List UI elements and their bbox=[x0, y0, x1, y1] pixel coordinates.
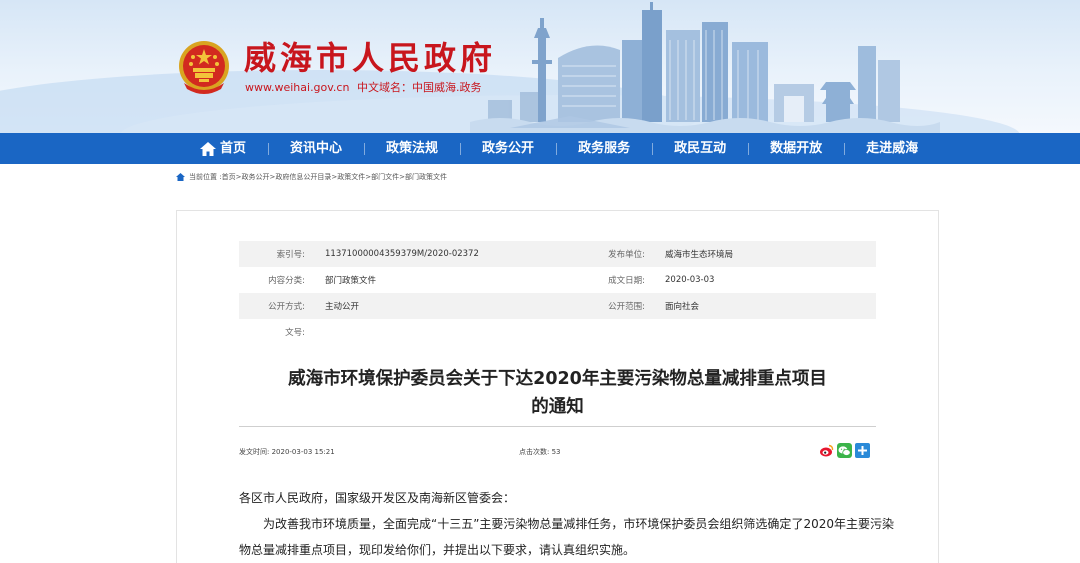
nav-item-open-data[interactable]: 数据开放 bbox=[748, 133, 844, 164]
article-paragraph: 各区市人民政府，国家级开发区及南海新区管委会： bbox=[239, 491, 516, 505]
article-container: 索引号: 11371000004359379M/2020-02372 发布单位:… bbox=[176, 210, 939, 563]
meta-row: 公开方式: 主动公开 公开范围: 面向社会 bbox=[239, 293, 876, 319]
publish-time: 发文时间: 2020-03-03 15:21 bbox=[239, 447, 519, 457]
nav-item-home[interactable]: 首页 bbox=[190, 133, 268, 164]
meta-row: 索引号: 11371000004359379M/2020-02372 发布单位:… bbox=[239, 241, 876, 267]
breadcrumb: 当前位置 : 首页 > 政务公开 > 政府信息公开目录 > 政策文件 > 部门文… bbox=[176, 170, 447, 184]
hit-count-value: 53 bbox=[551, 448, 561, 456]
meta-row: 文号: bbox=[239, 319, 876, 345]
hit-count-label: 点击次数: bbox=[519, 448, 550, 456]
hit-count: 点击次数: 53 bbox=[519, 447, 561, 457]
document-title: 威海市环境保护委员会关于下达2020年主要污染物总量减排重点项目 的通知 bbox=[239, 365, 876, 421]
header-banner: 威海市人民政府 www.weihai.gov.cn 中文域名：中国威海.政务 bbox=[0, 0, 1080, 133]
weibo-icon bbox=[820, 444, 834, 457]
nav-list: 首页 资讯中心 政策法规 政务公开 政务服务 政民互动 数据开放 走进威海 bbox=[190, 133, 940, 164]
meta-index-label: 索引号: bbox=[276, 250, 305, 260]
share-weibo-button[interactable] bbox=[819, 443, 834, 458]
meta-open-value: 主动公开 bbox=[325, 302, 360, 312]
share-buttons bbox=[819, 443, 870, 458]
breadcrumb-item[interactable]: 部门文件 bbox=[371, 172, 399, 182]
nav-item-news-center[interactable]: 资讯中心 bbox=[268, 133, 364, 164]
meta-category-value: 部门政策文件 bbox=[325, 276, 377, 286]
breadcrumb-item[interactable]: 部门政策文件 bbox=[405, 172, 447, 182]
meta-row: 内容分类: 部门政策文件 成文日期: 2020-03-03 bbox=[239, 267, 876, 293]
wechat-icon bbox=[838, 445, 851, 456]
document-title-line: 的通知 bbox=[531, 397, 584, 417]
publish-time-label: 发文时间: bbox=[239, 448, 270, 456]
breadcrumb-item[interactable]: 政务公开 bbox=[241, 172, 269, 182]
share-more-button[interactable] bbox=[855, 443, 870, 458]
article-body: 各区市人民政府，国家级开发区及南海新区管委会： 为改善我市环境质量，全面完成“十… bbox=[239, 485, 894, 563]
site-cn-domain: 中文域名：中国威海.政务 bbox=[356, 81, 482, 94]
home-icon bbox=[200, 141, 216, 156]
nav-item-policies[interactable]: 政策法规 bbox=[364, 133, 460, 164]
title-divider bbox=[239, 426, 876, 427]
site-url: www.weihai.gov.cn 中文域名：中国威海.政务 bbox=[245, 79, 481, 95]
breadcrumb-prefix: 当前位置 : bbox=[189, 173, 222, 181]
national-emblem-icon bbox=[179, 41, 229, 94]
meta-scope-value: 面向社会 bbox=[665, 302, 700, 312]
share-wechat-button[interactable] bbox=[837, 443, 852, 458]
meta-date-label: 成文日期: bbox=[608, 276, 645, 286]
plus-icon bbox=[858, 446, 867, 455]
breadcrumb-item[interactable]: 政府信息公开目录 bbox=[275, 172, 331, 182]
meta-date-value: 2020-03-03 bbox=[665, 275, 715, 285]
meta-publisher-value: 威海市生态环境局 bbox=[665, 250, 734, 260]
meta-category-label: 内容分类: bbox=[268, 276, 305, 286]
article-paragraph: 为改善我市环境质量，全面完成“十三五”主要污染物总量减排任务，市环境保护委员会组… bbox=[239, 517, 894, 557]
nav-item-about-weihai[interactable]: 走进威海 bbox=[844, 133, 940, 164]
nav-item-gov-affairs[interactable]: 政务公开 bbox=[460, 133, 556, 164]
meta-open-label: 公开方式: bbox=[268, 302, 305, 312]
document-meta-table: 索引号: 11371000004359379M/2020-02372 发布单位:… bbox=[239, 241, 876, 345]
meta-publisher-label: 发布单位: bbox=[608, 250, 645, 260]
main-nav: 首页 资讯中心 政策法规 政务公开 政务服务 政民互动 数据开放 走进威海 bbox=[0, 133, 1080, 164]
site-title[interactable]: 威海市人民政府 bbox=[244, 38, 496, 78]
site-url-text[interactable]: www.weihai.gov.cn bbox=[245, 81, 349, 94]
meta-docno-label: 文号: bbox=[285, 328, 305, 338]
breadcrumb-item[interactable]: 首页 bbox=[222, 172, 236, 182]
breadcrumb-item[interactable]: 政策文件 bbox=[337, 172, 365, 182]
nav-item-gov-services[interactable]: 政务服务 bbox=[556, 133, 652, 164]
document-title-line: 威海市环境保护委员会关于下达2020年主要污染物总量减排重点项目 bbox=[288, 369, 827, 389]
publish-time-value: 2020-03-03 15:21 bbox=[271, 448, 335, 456]
city-skyline-illustration bbox=[470, 2, 940, 133]
article-info-bar: 发文时间: 2020-03-03 15:21 点击次数: 53 bbox=[239, 443, 876, 459]
home-icon bbox=[176, 173, 185, 181]
nav-item-interaction[interactable]: 政民互动 bbox=[652, 133, 748, 164]
nav-item-label: 首页 bbox=[220, 141, 247, 156]
meta-index-value: 11371000004359379M/2020-02372 bbox=[325, 249, 479, 259]
meta-scope-label: 公开范围: bbox=[608, 302, 645, 312]
